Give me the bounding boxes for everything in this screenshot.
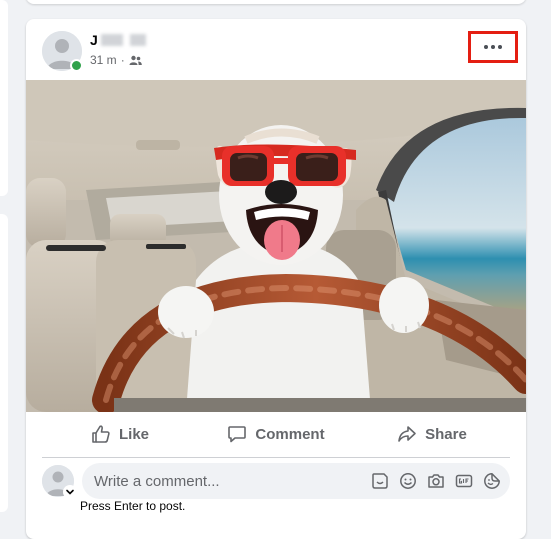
post-meta: 31 m · [90,53,142,67]
comment-input[interactable] [94,463,364,499]
like-button[interactable]: Like [42,417,198,451]
author-name-redacted [100,34,123,46]
dog-driving-illustration [26,80,526,412]
left-card-bottom [0,214,8,512]
gif-icon[interactable] [454,471,474,491]
comment-composer [42,463,510,503]
comment-tools [370,463,502,499]
left-card-top [0,0,8,196]
share-label: Share [425,425,467,443]
online-status-dot [70,59,83,72]
author-name-redacted [129,34,146,46]
comment-button[interactable]: Comment [198,417,354,451]
chevron-down-icon [66,489,74,495]
author-name[interactable]: J [90,31,146,49]
thumbs-up-icon [92,425,110,443]
comment-label: Comment [255,425,325,443]
press-enter-hint: Press Enter to post. [80,499,186,513]
post-timestamp[interactable]: 31 m [90,53,117,67]
post-photo[interactable] [26,80,526,412]
share-arrow-icon [398,426,416,442]
post-card: J 31 m · Like Comment Share Write a comm… [26,19,526,539]
comment-box [82,463,510,499]
share-button[interactable]: Share [354,417,510,451]
like-label: Like [118,425,149,443]
sticker-icon[interactable] [370,471,390,491]
more-options-button[interactable] [468,31,518,63]
friends-icon[interactable] [129,55,142,66]
ellipsis-icon [484,45,502,49]
camera-icon[interactable] [426,471,446,491]
author-name-initial: J [90,32,98,48]
meta-separator: · [120,53,125,67]
speech-bubble-icon [228,426,247,443]
post-header: J 31 m · [26,19,526,79]
sticker-smile-icon[interactable] [482,471,502,491]
post-action-bar: Like Comment Share [42,417,510,451]
profile-switch-button[interactable] [63,485,77,499]
action-divider [42,457,510,458]
previous-post-card [26,0,526,4]
emoji-icon[interactable] [398,471,418,491]
